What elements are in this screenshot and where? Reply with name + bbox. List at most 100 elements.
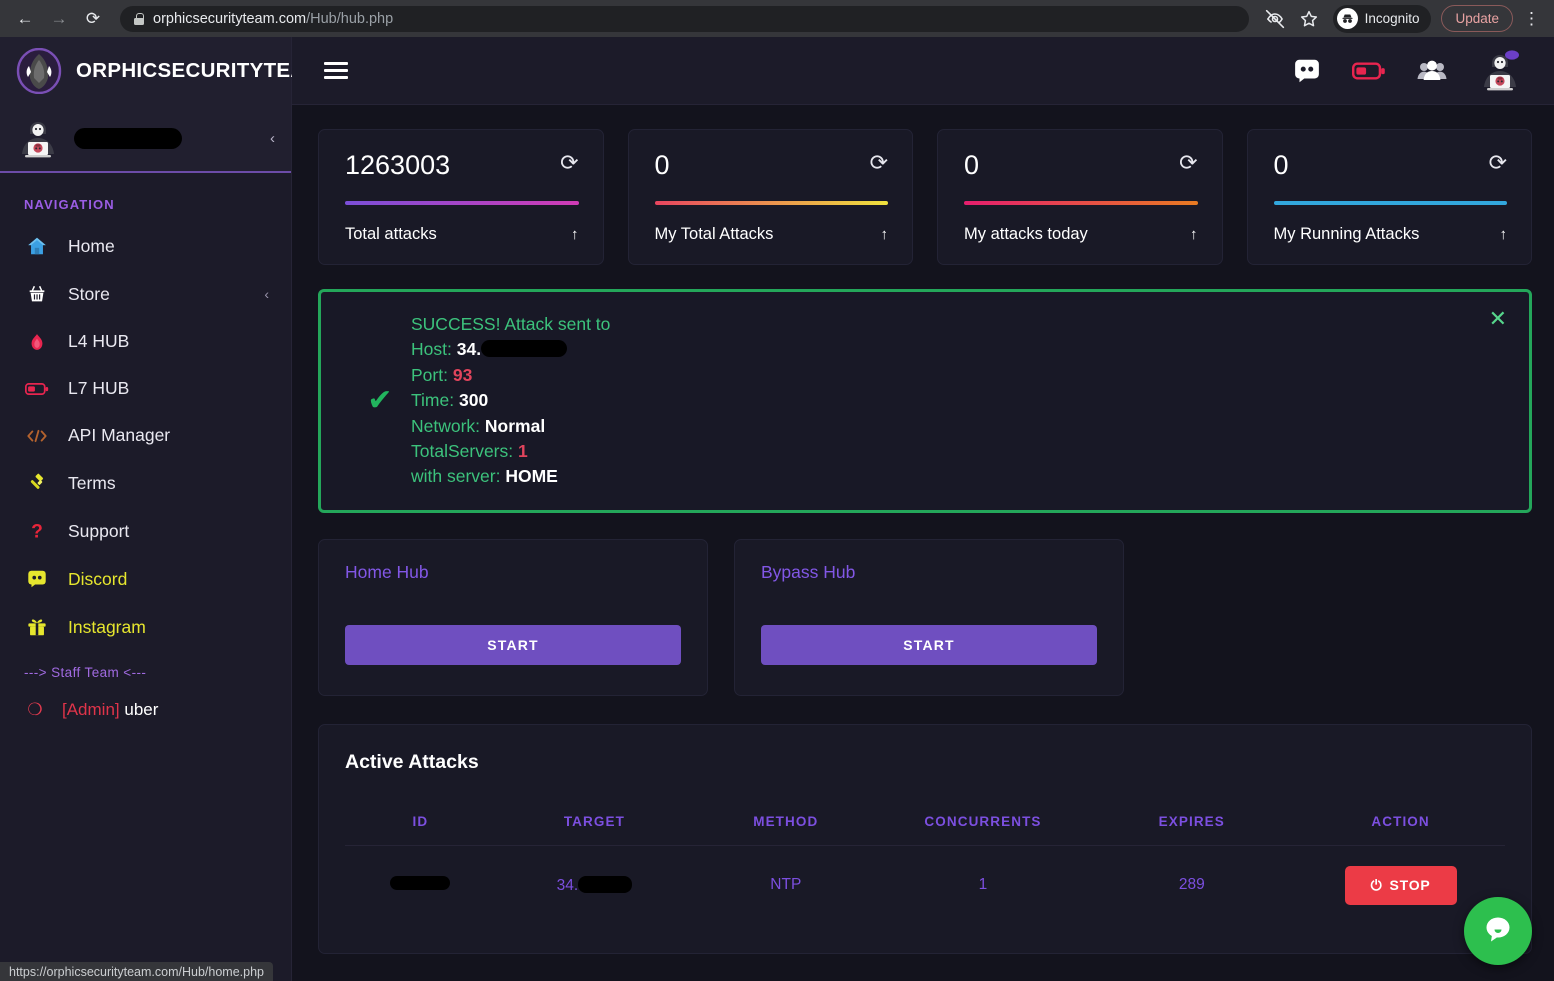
url-domain: orphicsecurityteam.com (153, 10, 307, 27)
cell-expires: 289 (1178, 876, 1205, 894)
refresh-icon[interactable]: ⟳ (560, 152, 578, 174)
sidebar-item-home[interactable]: Home (0, 222, 291, 270)
chat-bubble-icon (1481, 912, 1515, 951)
back-arrow-icon[interactable]: ← (10, 4, 40, 34)
power-icon: ⏻ (1370, 876, 1383, 893)
alert-row-totalservers: TotalServers: 1 (411, 439, 1505, 464)
chevron-left-icon[interactable]: ‹ (270, 130, 275, 147)
alert-value: HOME (505, 466, 558, 487)
battery-icon[interactable] (1352, 60, 1386, 82)
sidebar-item-instagram[interactable]: Instagram (0, 603, 291, 651)
browser-toolbar: ← → ⟳ orphicsecurityteam.com/Hub/hub.php (0, 0, 1554, 37)
chat-widget-button[interactable] (1464, 897, 1532, 965)
bypass-hub-start-button[interactable]: START (761, 624, 1097, 665)
alert-label: TotalServers: (411, 441, 514, 462)
stat-bar (964, 201, 1198, 205)
user-profile[interactable]: ‹ (0, 105, 291, 173)
sidebar-item-l7-hub[interactable]: L7 HUB (0, 365, 291, 412)
alert-label: Host: (411, 339, 452, 360)
battery-icon (24, 380, 50, 398)
sidebar-item-discord[interactable]: Discord (0, 555, 291, 603)
alert-label: Network: (411, 415, 481, 436)
hub-title: Bypass Hub (761, 561, 856, 582)
alert-label: Time: (411, 390, 455, 411)
alert-label: with server: (411, 466, 501, 487)
stat-label: Total attacks (345, 225, 437, 243)
sidebar: ORPHICSECURITYTEAM ‹ NAVIGATION Home Sto… (0, 37, 323, 981)
reload-icon[interactable]: ⟳ (78, 4, 108, 34)
page-title: Active Attacks (345, 750, 479, 773)
lock-icon (134, 12, 144, 25)
basket-icon (24, 283, 50, 305)
topbar (292, 37, 1554, 105)
stat-value: 0 (654, 150, 670, 180)
up-arrow-icon: ↑ (880, 226, 889, 243)
screen: ← → ⟳ orphicsecurityteam.com/Hub/hub.php (0, 0, 1554, 981)
incognito-indicator[interactable]: Incognito (1332, 4, 1432, 33)
sidebar-item-label: Home (68, 235, 115, 256)
eye-slash-icon[interactable] (1261, 5, 1289, 33)
sidebar-item-l4-hub[interactable]: L4 HUB (0, 318, 291, 365)
column-header-target: TARGET (495, 803, 693, 846)
kebab-menu-icon[interactable]: ⋮ (1519, 9, 1544, 29)
users-group-icon[interactable] (1416, 57, 1448, 85)
sidebar-item-label: Store (68, 283, 110, 304)
staff-label: [Admin] uber (62, 700, 158, 720)
hub-card-home: Home Hub START (318, 538, 708, 696)
star-icon[interactable] (1295, 5, 1323, 33)
refresh-icon[interactable]: ⟳ (870, 152, 888, 174)
refresh-icon[interactable]: ⟳ (1489, 152, 1507, 174)
sidebar-item-api-manager[interactable]: API Manager (0, 412, 291, 459)
cell-concurrents: 1 (978, 876, 988, 894)
sidebar-item-label: API Manager (68, 425, 171, 445)
table-header-row: ID TARGET METHOD CONCURRENTS EXPIRES ACT… (345, 803, 1505, 846)
sidebar-item-support[interactable]: ? Support (0, 507, 291, 555)
circle-x-icon: ❍ (27, 700, 43, 719)
staff-member-uber[interactable]: ❍ [Admin] uber (0, 690, 291, 730)
stat-card-my-attacks-today: 0 ⟳ My attacks today ↑ (937, 129, 1223, 265)
stop-button[interactable]: ⏻ STOP (1344, 865, 1457, 905)
close-icon[interactable]: ✕ (1489, 308, 1507, 330)
alert-row-server: with server: HOME (411, 464, 1505, 489)
up-arrow-icon: ↑ (1190, 226, 1198, 243)
nav-heading: NAVIGATION (24, 197, 115, 212)
forward-arrow-icon[interactable]: → (44, 4, 74, 34)
alert-label: Port: (411, 364, 448, 385)
url-path: /Hub/hub.php (306, 10, 394, 27)
fire-icon (24, 332, 50, 352)
hamburger-icon[interactable] (324, 62, 348, 79)
chevron-left-icon: ‹ (264, 286, 269, 302)
address-bar[interactable]: orphicsecurityteam.com/Hub/hub.php (120, 5, 1249, 32)
house-icon (24, 235, 50, 257)
discord-icon[interactable] (1292, 56, 1322, 86)
column-header-method: METHOD (692, 803, 879, 846)
refresh-icon[interactable]: ⟳ (1179, 152, 1197, 174)
target-value: 34. (556, 876, 579, 894)
sidebar-item-store[interactable]: Store ‹ (0, 270, 291, 318)
discord-icon (24, 568, 50, 590)
hub-card-bypass: Bypass Hub START (734, 538, 1124, 696)
staff-team-divider: ---> Staff Team <--- (24, 665, 147, 680)
main-area: 1263003 ⟳ Total attacks ↑ 0 ⟳ My Total A… (292, 37, 1554, 981)
topbar-actions (1292, 49, 1522, 93)
sidebar-item-label: Support (68, 520, 130, 541)
column-header-id: ID (345, 803, 496, 846)
code-tags-icon (24, 428, 50, 444)
incognito-avatar-icon (1336, 8, 1358, 29)
alert-row-time: Time: 300 (411, 388, 1505, 413)
alert-value: Normal (484, 415, 546, 436)
orphic-logo-icon (16, 47, 62, 95)
stop-button-label: STOP (1389, 877, 1431, 894)
home-hub-start-button[interactable]: START (345, 624, 681, 665)
column-header-concurrents: CONCURRENTS (878, 803, 1088, 846)
sidebar-item-terms[interactable]: Terms (0, 459, 291, 507)
update-button[interactable]: Update (1441, 5, 1513, 32)
hacker-avatar-icon[interactable] (1478, 49, 1522, 93)
alert-value: 1 (518, 441, 528, 462)
active-attacks-table: ID TARGET METHOD CONCURRENTS EXPIRES ACT… (345, 803, 1505, 925)
user-avatar (16, 116, 60, 160)
sidebar-item-label: Discord (68, 568, 128, 589)
incognito-label: Incognito (1364, 11, 1420, 26)
up-arrow-icon: ↑ (571, 226, 579, 243)
brand[interactable]: ORPHICSECURITYTEAM (0, 37, 323, 105)
